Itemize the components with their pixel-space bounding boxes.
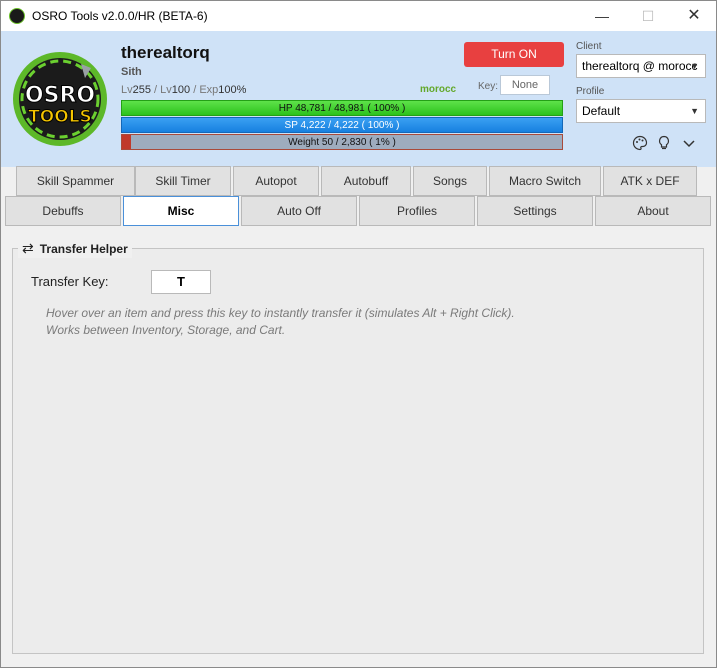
tab-autobuff[interactable]: Autobuff	[321, 166, 411, 196]
server-name: morocc	[420, 84, 457, 95]
character-name: therealtorq	[121, 43, 210, 62]
svg-text:TOOLS: TOOLS	[28, 107, 92, 127]
chevron-down-icon: ▼	[690, 61, 699, 71]
chevron-down-icon[interactable]	[681, 135, 697, 151]
sp-bar: SP 4,222 / 4,222 ( 100% )	[121, 117, 563, 133]
transfer-helper-legend: ⇄ Transfer Helper	[18, 238, 132, 258]
app-logo-icon	[9, 8, 25, 24]
base-level-label: Lv	[121, 84, 133, 96]
turn-on-button[interactable]: Turn ON	[464, 42, 564, 67]
tab-macro-switch[interactable]: Macro Switch	[489, 166, 601, 196]
client-select[interactable]: therealtorq @ morocc ▼	[576, 54, 706, 78]
window-title: OSRO Tools v2.0.0/HR (BETA-6)	[32, 9, 208, 23]
weight-text: Weight 50 / 2,830 ( 1% )	[288, 137, 396, 148]
client-value: therealtorq @ morocc	[582, 59, 698, 73]
swap-arrows-icon: ⇄	[22, 240, 34, 256]
transfer-key-label: Transfer Key:	[31, 274, 109, 289]
palette-icon[interactable]	[632, 135, 648, 151]
character-job: Sith	[121, 66, 142, 78]
tab-debuffs[interactable]: Debuffs	[5, 196, 121, 226]
tab-songs[interactable]: Songs	[413, 166, 487, 196]
profile-select[interactable]: Default ▼	[576, 99, 706, 123]
tab-profiles[interactable]: Profiles	[359, 196, 475, 226]
transfer-description: Hover over an item and press this key to…	[46, 305, 666, 339]
base-level: 255	[132, 84, 151, 96]
weight-bar: Weight 50 / 2,830 ( 1% )	[121, 134, 563, 150]
svg-text:OSRO: OSRO	[25, 83, 95, 108]
close-button[interactable]: ✕	[671, 1, 717, 31]
osro-tools-logo: OSRO TOOLS	[13, 52, 107, 146]
tab-auto-off[interactable]: Auto Off	[241, 196, 357, 226]
exp-value: 100%	[218, 84, 247, 96]
profile-label: Profile	[576, 86, 605, 97]
transfer-helper-title: Transfer Helper	[39, 242, 128, 256]
tab-skill-spammer[interactable]: Skill Spammer	[16, 166, 135, 196]
hp-bar: HP 48,781 / 48,981 ( 100% )	[121, 100, 563, 116]
transfer-description-line1: Hover over an item and press this key to…	[46, 306, 515, 320]
weight-fill	[122, 135, 131, 149]
character-levels: Lv255 / Lv100 / Exp100%	[121, 84, 246, 96]
level-separator: /	[150, 84, 161, 96]
sp-text: SP 4,222 / 4,222 ( 100% )	[284, 120, 400, 131]
profile-value: Default	[582, 104, 621, 118]
tab-autopot[interactable]: Autopot	[233, 166, 319, 196]
hp-text: HP 48,781 / 48,981 ( 100% )	[278, 103, 406, 114]
toggle-key-input[interactable]: None	[500, 75, 550, 95]
job-level-label: Lv	[160, 84, 172, 96]
minimize-button[interactable]: —	[579, 1, 625, 31]
title-bar: OSRO Tools v2.0.0/HR (BETA-6) — ☐ ✕	[1, 1, 716, 31]
exp-label: Exp	[199, 84, 219, 96]
tab-misc[interactable]: Misc	[123, 196, 239, 226]
level-separator: /	[190, 84, 200, 96]
tab-settings[interactable]: Settings	[477, 196, 593, 226]
client-label: Client	[576, 41, 602, 52]
maximize-button[interactable]: ☐	[625, 1, 671, 31]
toggle-key-label: Key:	[478, 81, 499, 92]
tab-skill-timer[interactable]: Skill Timer	[135, 166, 231, 196]
tab-about[interactable]: About	[595, 196, 711, 226]
lightbulb-icon[interactable]	[656, 135, 672, 151]
chevron-down-icon: ▼	[690, 106, 699, 116]
transfer-description-line2: Works between Inventory, Storage, and Ca…	[46, 323, 286, 337]
job-level: 100	[171, 84, 191, 96]
tab-atk-x-def[interactable]: ATK x DEF	[603, 166, 697, 196]
transfer-key-input[interactable]: T	[151, 270, 211, 294]
